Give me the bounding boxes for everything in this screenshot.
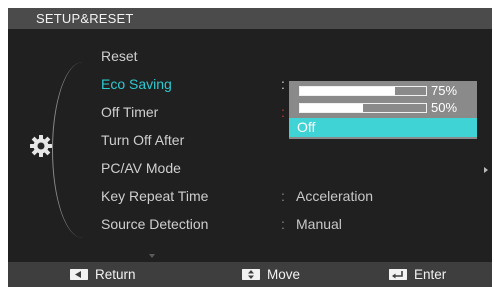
source-detection-value: Manual (296, 216, 342, 232)
menu-item-key-repeat-time[interactable]: Key Repeat Time (101, 188, 208, 204)
option-off[interactable]: Off (289, 118, 477, 137)
menu-item-off-timer[interactable]: Off Timer (101, 104, 158, 120)
option-50-percent[interactable]: 50% (289, 99, 477, 118)
level-fill (300, 104, 363, 112)
colon-separator: : (281, 216, 285, 232)
move-label: Move (267, 267, 301, 282)
eco-saving-dropdown: 75% 50% Off (289, 81, 477, 139)
menu-item-turn-off-after[interactable]: Turn Off After (101, 132, 184, 148)
return-icon (70, 269, 88, 280)
move-icon (242, 269, 260, 280)
button-guide-bar: Return Move Enter (8, 262, 492, 287)
menu-title: SETUP&RESET (36, 11, 134, 26)
return-label: Return (95, 267, 136, 282)
menu-item-reset[interactable]: Reset (101, 48, 138, 64)
enter-label: Enter (414, 267, 447, 282)
colon-separator: : (281, 104, 285, 120)
key-repeat-time-value: Acceleration (296, 188, 374, 204)
menu-item-eco-saving[interactable]: Eco Saving (101, 76, 172, 92)
level-fill (300, 87, 395, 95)
level-bar (299, 86, 427, 96)
colon-separator: : (281, 76, 285, 92)
menu-item-pc-av-mode[interactable]: PC/AV Mode (101, 160, 181, 176)
menu-header: SETUP&RESET (8, 8, 492, 29)
enter-icon (389, 269, 407, 280)
menu-item-source-detection[interactable]: Source Detection (101, 216, 208, 232)
osd-window: SETUP&RESET Reset Eco Saving : Off Timer… (8, 8, 492, 287)
scroll-down-icon[interactable] (149, 254, 155, 258)
level-bar (299, 103, 427, 113)
option-label: 50% (431, 100, 458, 115)
submenu-arrow-icon (484, 167, 488, 173)
option-label: Off (297, 119, 316, 135)
colon-separator: : (281, 188, 285, 204)
option-label: 75% (431, 83, 458, 98)
gear-icon (30, 135, 52, 157)
